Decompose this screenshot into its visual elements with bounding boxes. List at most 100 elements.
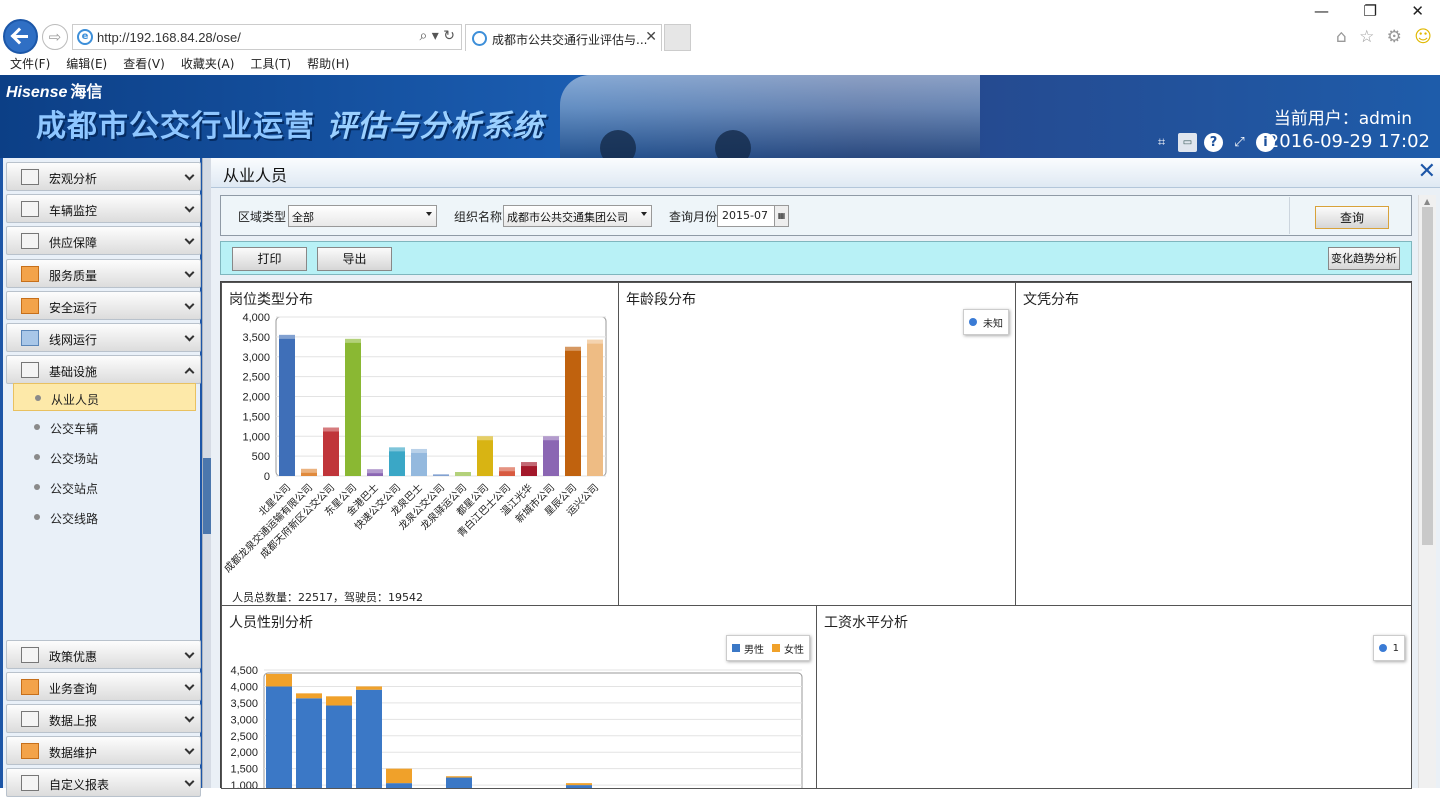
bar-highlight: [543, 436, 559, 441]
star-icon[interactable]: ☆: [1359, 27, 1374, 49]
browser-tab[interactable]: 成都市公共交通行业评估与... ✕: [465, 24, 662, 51]
help-icon[interactable]: ?: [1204, 133, 1223, 152]
calendar-icon[interactable]: ▦: [774, 206, 788, 226]
education-panel: 文凭分布: [1015, 282, 1412, 606]
keyboard-icon[interactable]: ▭: [1178, 133, 1197, 152]
sidebar-group-label: 车辆监控: [49, 204, 98, 218]
dropdown-arrow-icon: [426, 212, 432, 216]
y-tick-label: 1,000: [242, 431, 270, 443]
chevron-down-icon: [184, 170, 195, 181]
menu-item[interactable]: 编辑(E): [66, 54, 107, 75]
expand-icon[interactable]: ⤢: [1230, 133, 1249, 152]
scroll-thumb[interactable]: [1422, 207, 1433, 545]
close-page-icon[interactable]: ✕: [1418, 159, 1436, 184]
close-icon[interactable]: ✕: [1411, 2, 1424, 22]
legend-dot: [1378, 644, 1387, 652]
sidebar-subitem[interactable]: 公交场站: [13, 443, 196, 471]
sidebar-group[interactable]: 车辆监控: [6, 194, 201, 223]
back-icon[interactable]: [3, 19, 38, 54]
gear-icon[interactable]: ⚙: [1387, 27, 1402, 49]
table-icon: [21, 775, 39, 791]
print-button[interactable]: 打印: [232, 247, 307, 271]
truck-icon: [21, 233, 39, 249]
database-icon: [21, 362, 39, 378]
age-legend-label: 未知: [983, 318, 1003, 330]
splitter-handle[interactable]: [203, 458, 211, 534]
forward-icon[interactable]: ⇨: [42, 24, 68, 50]
sidebar-group[interactable]: 业务查询: [6, 672, 201, 701]
education-title: 文凭分布: [1023, 292, 1079, 308]
brand-logo: Hisense 海信: [6, 78, 102, 102]
menu-item[interactable]: 文件(F): [10, 54, 50, 75]
sidebar-group[interactable]: 服务质量: [6, 259, 201, 288]
crop-icon[interactable]: ⌗: [1152, 133, 1171, 152]
query-bar: 区域类型 全部 组织名称 成都市公共交通集团公司 查询月份 2015-07 ▦ 查…: [220, 195, 1412, 236]
monitor-icon: [21, 201, 39, 217]
sidebar-group[interactable]: 政策优惠: [6, 640, 201, 669]
sidebar-group[interactable]: 自定义报表: [6, 768, 201, 797]
bar-highlight: [521, 462, 537, 467]
scrollbar[interactable]: ▲: [1418, 195, 1436, 788]
menu-item[interactable]: 工具(T): [250, 54, 291, 75]
sidebar-group[interactable]: 数据上报: [6, 704, 201, 733]
age-title: 年龄段分布: [626, 292, 696, 308]
sidebar-subitem-label: 公交线路: [50, 512, 99, 526]
sidebar-group-label: 基础设施: [49, 365, 98, 379]
smiley-icon[interactable]: ☺: [1414, 27, 1432, 49]
query-button[interactable]: 查询: [1315, 206, 1389, 229]
post-type-chart: 05001,0001,5002,0002,5003,0003,5004,000北…: [222, 312, 607, 575]
restore-icon[interactable]: ❐: [1363, 2, 1376, 22]
menu-item[interactable]: 帮助(H): [307, 54, 349, 75]
month-input[interactable]: 2015-07 ▦: [717, 205, 789, 227]
sidebar-subitem[interactable]: 公交车辆: [13, 413, 196, 441]
chart-icon: [21, 169, 39, 185]
sidebar-group[interactable]: 基础设施: [6, 355, 201, 384]
sidebar-subitem[interactable]: 公交线路: [13, 503, 196, 531]
address-bar[interactable]: e http://192.168.84.28/ose/ ⌕ ▾ ↻: [72, 24, 462, 50]
chevron-down-icon: [184, 680, 195, 691]
sidebar-group[interactable]: 供应保障: [6, 226, 201, 255]
month-value: 2015-07: [722, 209, 768, 222]
dropdown-arrow-icon: [641, 212, 647, 216]
y-tick-label: 3,500: [242, 332, 270, 344]
home-icon[interactable]: ⌂: [1336, 27, 1347, 49]
sidebar-group-label: 自定义报表: [49, 778, 110, 792]
sidebar-subitem[interactable]: 从业人员: [13, 383, 196, 411]
sidebar-group[interactable]: 数据维护: [6, 736, 201, 765]
export-button[interactable]: 导出: [317, 247, 392, 271]
browser-menubar: 文件(F) 编辑(E) 查看(V) 收藏夹(A) 工具(T) 帮助(H): [0, 54, 1440, 75]
address-url[interactable]: http://192.168.84.28/ose/: [97, 30, 241, 45]
minimize-icon[interactable]: —: [1314, 2, 1329, 22]
pencil-icon: [21, 266, 39, 282]
app-title-script: 评估与分析系统: [326, 109, 544, 144]
y-tick-label: 1,000: [230, 780, 258, 788]
sidebar-group[interactable]: 线网运行: [6, 323, 201, 352]
bar-highlight: [433, 474, 449, 476]
scroll-up-icon[interactable]: ▲: [1424, 197, 1430, 206]
chart-line-icon: [21, 743, 39, 759]
bar: [323, 427, 339, 476]
tab-close-icon[interactable]: ✕: [645, 29, 657, 45]
app-title-main: 成都市公交行业运营: [36, 109, 315, 144]
trend-analysis-button[interactable]: 变化趋势分析: [1328, 247, 1400, 270]
sidebar-group[interactable]: 安全运行: [6, 291, 201, 320]
window-controls: — ❐ ✕: [1314, 2, 1424, 22]
y-tick-label: 4,500: [230, 665, 258, 677]
bar: [279, 334, 295, 476]
post-type-panel: 岗位类型分布 0 500 1,000 1,500 2,000 2,500 3,000 3,50…: [221, 282, 619, 606]
sidebar-group[interactable]: 宏观分析: [6, 162, 201, 191]
bar-female: [566, 783, 592, 786]
region-select[interactable]: 全部: [288, 205, 437, 227]
search-refresh-icon[interactable]: ⌕ ▾ ↻: [420, 28, 456, 44]
bar-male: [356, 689, 382, 788]
menu-item[interactable]: 查看(V): [123, 54, 165, 75]
chevron-down-icon: [184, 776, 195, 787]
bar-highlight: [587, 339, 603, 344]
age-panel: 年龄段分布 未知: [618, 282, 1016, 606]
sidebar-splitter[interactable]: [202, 158, 211, 788]
new-tab-button[interactable]: [664, 24, 691, 51]
sidebar-subitem[interactable]: 公交站点: [13, 473, 196, 501]
app-title: 成都市公交行业运营 评估与分析系统: [36, 101, 543, 145]
menu-item[interactable]: 收藏夹(A): [181, 54, 235, 75]
org-select[interactable]: 成都市公共交通集团公司: [503, 205, 652, 227]
